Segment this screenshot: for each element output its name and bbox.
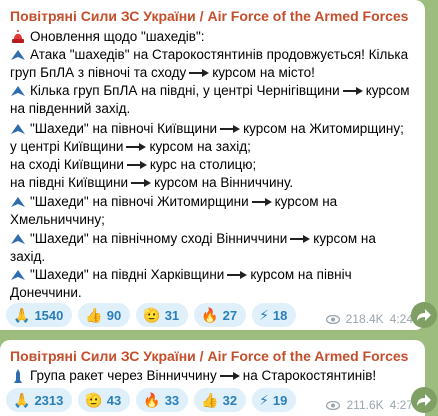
salute-icon: 🫡 <box>85 391 103 408</box>
drone-icon <box>11 233 25 244</box>
message-line: "Шахеди" на північному сході Вінниччини … <box>10 230 425 247</box>
drone-icon <box>11 196 25 207</box>
message-line: "Шахеди" на півночі Житомирщини курсом н… <box>10 193 425 210</box>
arrow-right-icon <box>227 270 248 279</box>
message-time: 4:24 <box>389 312 413 326</box>
siren-icon <box>12 29 24 43</box>
message-line: "Шахеди" на півночі Київщини курсом на Ж… <box>10 120 425 137</box>
reaction-pray[interactable]: 🙏 2313 <box>6 388 73 412</box>
thumbs-up-icon: 👍 <box>201 391 219 408</box>
views-count: 211.6K <box>346 398 384 412</box>
forward-button[interactable] <box>411 302 437 328</box>
message-time: 4:27 <box>389 398 413 412</box>
forward-icon <box>417 309 431 321</box>
drone-icon <box>11 123 25 134</box>
message-bubble[interactable]: Повітряні Сили ЗС України / Air Force of… <box>0 340 425 416</box>
message-line: захід. <box>10 249 46 264</box>
message-meta: 218.4K 4:24 <box>325 312 413 326</box>
message-meta: 211.6K 4:27 <box>326 398 413 412</box>
message-bubble[interactable]: Повітряні Сили ЗС України / Air Force of… <box>0 0 425 330</box>
lightning-icon: ⚡ <box>259 391 269 408</box>
reaction-thumbs-up[interactable]: 👍 90 <box>78 303 131 327</box>
eye-icon <box>326 400 341 410</box>
salute-icon: 🫡 <box>143 306 161 323</box>
eye-icon <box>325 314 340 324</box>
message-line: на півдні Київщини курсом на Вінниччину. <box>10 175 294 190</box>
reaction-fire[interactable]: 🔥 27 <box>194 303 247 327</box>
arrow-right-icon <box>220 124 241 133</box>
arrow-right-icon <box>290 234 311 243</box>
drone-icon <box>11 269 25 280</box>
message-line: на сході Київщини курс на столицю; <box>10 157 257 172</box>
reactions-bar: 🙏 2313 🫡 43 🔥 33 👍 32 ⚡ 19 <box>6 388 297 412</box>
arrow-right-icon <box>342 86 363 95</box>
message-line: Кілька груп БпЛА на півдні, у центрі Чер… <box>10 82 425 99</box>
pray-icon: 🙏 <box>13 391 31 408</box>
fire-icon: 🔥 <box>143 391 161 408</box>
message-line: Оновлення щодо "шахедів": <box>10 28 425 45</box>
message-line: Атака "шахедів" на Старокостянтинів прод… <box>10 46 425 63</box>
message-line: Хмельниччину; <box>10 212 105 227</box>
reaction-thumbs-up[interactable]: 👍 32 <box>194 388 247 412</box>
missile-icon <box>14 368 22 383</box>
forward-button[interactable] <box>411 387 437 413</box>
arrow-right-icon <box>126 160 147 169</box>
reaction-lightning[interactable]: ⚡ 18 <box>252 303 297 327</box>
thumbs-up-icon: 👍 <box>85 306 103 323</box>
reaction-salute[interactable]: 🫡 31 <box>136 303 189 327</box>
forward-icon <box>417 394 431 406</box>
fire-icon: 🔥 <box>201 306 219 323</box>
message-line: груп БпЛА з півночі та сходу курсом на м… <box>10 65 315 80</box>
drone-icon <box>11 49 25 60</box>
views-count: 218.4K <box>345 312 384 326</box>
lightning-icon: ⚡ <box>259 306 269 323</box>
channel-name[interactable]: Повітряні Сили ЗС України / Air Force of… <box>10 348 410 364</box>
message-line: Донеччини. <box>10 285 82 300</box>
pray-icon: 🙏 <box>13 306 31 323</box>
arrow-right-icon <box>251 197 272 206</box>
reactions-bar: 🙏 1540 👍 90 🫡 31 🔥 27 ⚡ 18 <box>6 303 297 327</box>
message-line: Група ракет через Вінниччину на Старокос… <box>10 367 425 384</box>
reaction-salute[interactable]: 🫡 43 <box>78 388 131 412</box>
message-line: "Шахеди" на півдні Харківщини курсом на … <box>10 266 425 283</box>
arrow-right-icon <box>189 68 210 77</box>
reaction-pray[interactable]: 🙏 1540 <box>6 303 73 327</box>
reaction-fire[interactable]: 🔥 33 <box>136 388 189 412</box>
message-line: у центрі Київщини курсом на захід; <box>10 139 251 154</box>
arrow-right-icon <box>131 178 152 187</box>
message-line: на південний захід. <box>10 101 131 116</box>
drone-icon <box>11 85 25 96</box>
arrow-right-icon <box>219 371 240 380</box>
reaction-lightning[interactable]: ⚡ 19 <box>252 388 297 412</box>
arrow-right-icon <box>126 142 147 151</box>
channel-name[interactable]: Повітряні Сили ЗС України / Air Force of… <box>10 8 410 24</box>
